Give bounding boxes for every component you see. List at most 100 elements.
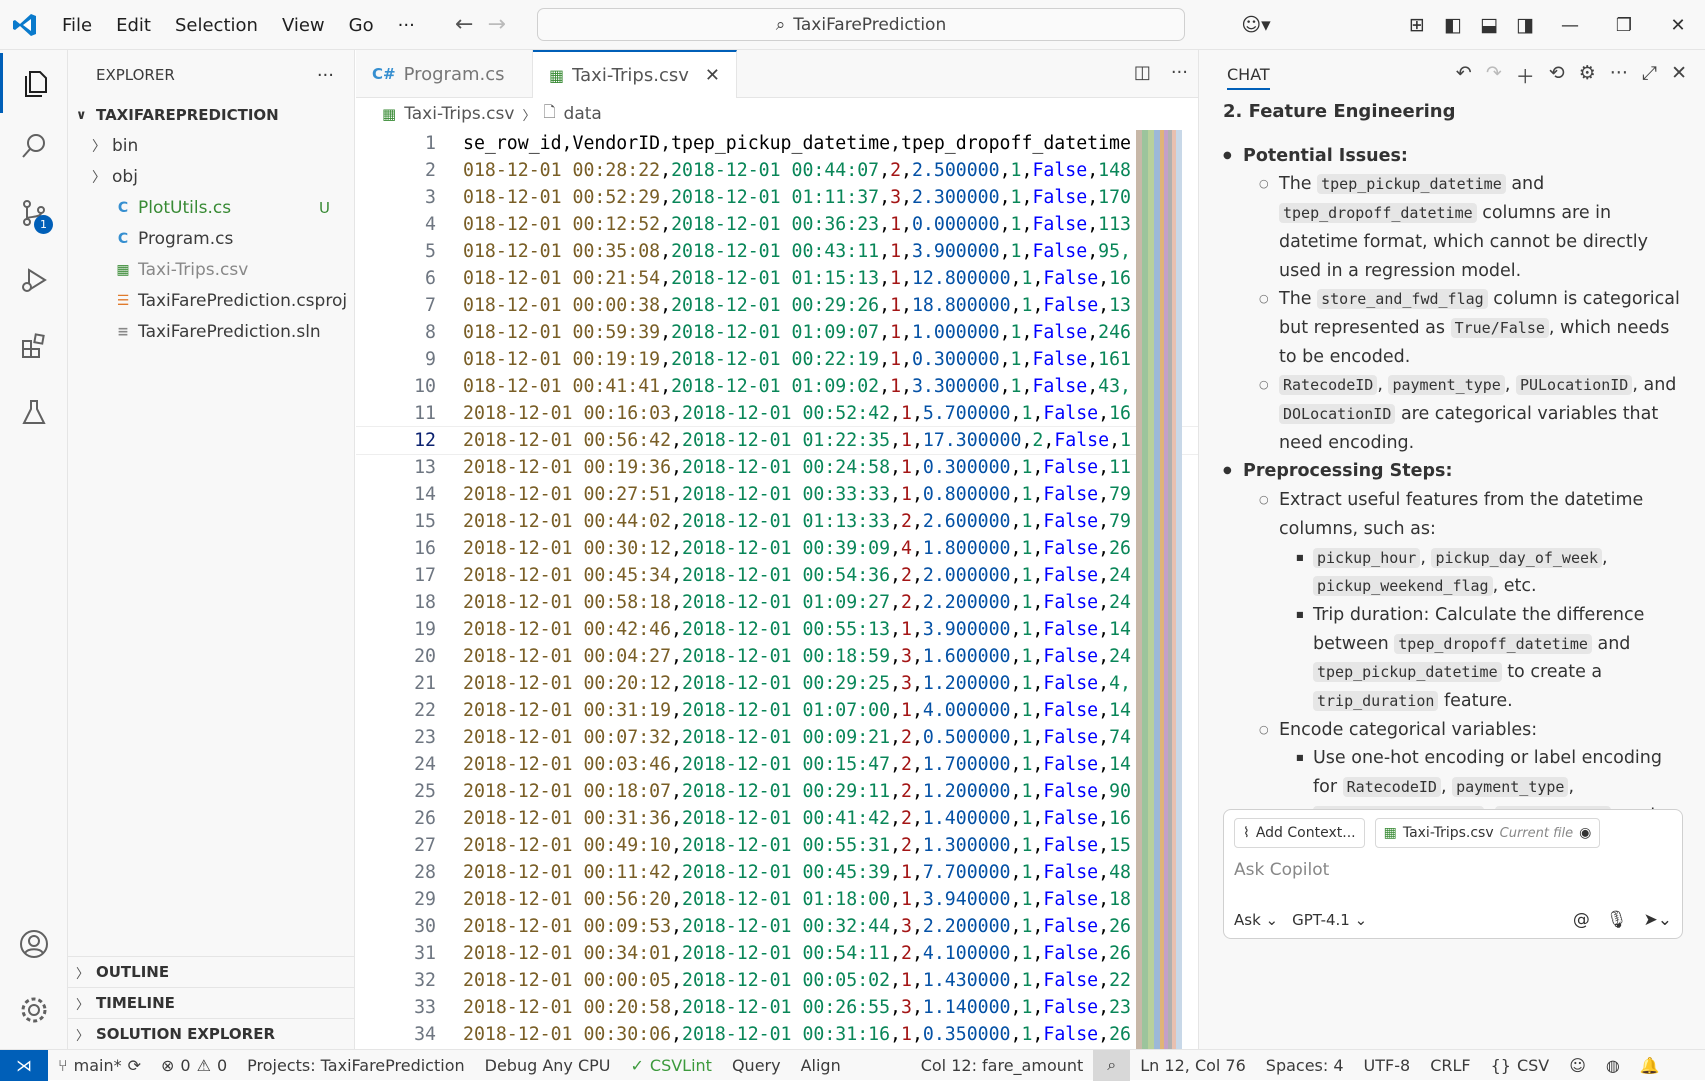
mention-icon[interactable]: @	[1573, 910, 1590, 930]
tree-item[interactable]: C PlotUtils.cs U	[68, 192, 354, 223]
minimap[interactable]	[1136, 130, 1182, 1050]
encoding-status[interactable]: UTF-8	[1354, 1056, 1421, 1075]
toggle-sidebar-icon[interactable]: ◧	[1435, 14, 1471, 36]
remote-indicator-icon[interactable]: ⋊	[0, 1049, 48, 1081]
menu-file[interactable]: File	[50, 15, 104, 36]
chat-input[interactable]: Ask Copilot	[1224, 848, 1682, 880]
tab-taxi-trips-csv[interactable]: ▦ Taxi-Trips.csv ✕	[533, 50, 737, 98]
model-picker[interactable]: GPT-4.1 ⌄	[1292, 911, 1367, 929]
outline-panel[interactable]: 〉 OUTLINE	[68, 956, 355, 987]
breadcrumb-file[interactable]: Taxi-Trips.csv	[404, 104, 514, 124]
source-control-activity[interactable]: 1	[0, 183, 68, 243]
maximize-icon[interactable]: ⤢	[1642, 62, 1657, 89]
eye-icon[interactable]: ◉	[1579, 825, 1591, 841]
more-actions-icon[interactable]: ···	[317, 65, 334, 86]
feedback-icon[interactable]: ◍	[1596, 1056, 1630, 1075]
minimize-icon[interactable]: —	[1543, 15, 1597, 36]
code-line: 19 2018-12-01 00:42:46,2018-12-01 00:55:1…	[356, 616, 1198, 643]
projects-status[interactable]: Projects: TaxiFarePrediction	[237, 1056, 475, 1075]
tab-program-cs[interactable]: C# Program.cs	[356, 50, 533, 98]
toggle-secondary-sidebar-icon[interactable]: ◨	[1507, 14, 1543, 36]
tree-item[interactable]: 〉 bin	[68, 130, 354, 161]
back-arrow-icon[interactable]: ←	[455, 12, 473, 37]
line-number: 23	[414, 727, 436, 748]
csvlint-status[interactable]: ✓ CSVLint	[621, 1056, 722, 1075]
tree-item[interactable]: ▦ Taxi-Trips.csv	[68, 254, 354, 285]
csv-cell: 26	[1109, 916, 1131, 937]
csv-cell: 2	[1032, 430, 1044, 451]
eol-status[interactable]: CRLF	[1420, 1056, 1480, 1075]
csv-cell: 1	[1010, 322, 1022, 343]
line-number: 9	[425, 349, 436, 370]
menu-more[interactable]: ···	[386, 15, 427, 36]
undo-icon[interactable]: ↶	[1456, 62, 1472, 89]
indentation-status[interactable]: Spaces: 4	[1256, 1056, 1354, 1075]
tree-item[interactable]: C Program.cs	[68, 223, 354, 254]
microphone-icon[interactable]: 🎙	[1606, 910, 1628, 930]
search-activity[interactable]	[0, 116, 68, 176]
activity-bar: 1	[0, 50, 68, 1049]
close-tab-icon[interactable]: ✕	[705, 65, 720, 86]
csv-cell: 113	[1098, 214, 1131, 235]
restore-icon[interactable]: ❐	[1597, 15, 1651, 36]
accounts-activity[interactable]	[0, 914, 68, 974]
history-icon[interactable]: ⟲	[1549, 62, 1565, 89]
mode-picker[interactable]: Ask ⌄	[1234, 911, 1278, 929]
add-context-button[interactable]: ⌇ Add Context...	[1234, 818, 1365, 848]
menu-go[interactable]: Go	[337, 15, 386, 36]
line-number: 12	[414, 430, 436, 451]
testing-activity[interactable]	[0, 382, 68, 442]
config-status[interactable]: Debug Any CPU	[475, 1056, 621, 1075]
solution-explorer-panel[interactable]: 〉 SOLUTION EXPLORER	[68, 1018, 355, 1049]
manage-activity[interactable]	[0, 980, 68, 1040]
command-center-search[interactable]: ⌕ TaxiFarePrediction	[537, 8, 1185, 41]
breadcrumb-symbol[interactable]: data	[564, 104, 602, 124]
menu-edit[interactable]: Edit	[104, 15, 163, 36]
extensions-activity[interactable]	[0, 316, 68, 376]
editor-more-icon[interactable]: ···	[1171, 62, 1188, 83]
split-editor-icon[interactable]: ◫	[1134, 62, 1151, 83]
new-chat-icon[interactable]: ＋	[1516, 62, 1535, 89]
query-status[interactable]: Query	[722, 1056, 791, 1075]
close-chat-icon[interactable]: ✕	[1671, 62, 1687, 89]
chevron-right-icon: 〉	[92, 169, 106, 186]
redo-icon[interactable]: ↷	[1486, 62, 1502, 89]
csv-cell: 2018-12-01 00:16:03	[463, 403, 672, 424]
copilot-icon[interactable]: ☺▾	[1233, 14, 1279, 36]
run-debug-activity[interactable]	[0, 250, 68, 310]
column-status[interactable]: Col 12: fare_amount	[911, 1056, 1094, 1075]
branch-status[interactable]: ⑂ main* ⟳	[48, 1056, 151, 1075]
explorer-activity[interactable]	[0, 53, 68, 113]
workspace-root[interactable]: ∨ TAXIFAREPREDICTION	[68, 100, 354, 130]
send-icon[interactable]: ➤⌄	[1644, 910, 1673, 930]
csharp-file-icon: C#	[372, 65, 396, 83]
close-window-icon[interactable]: ✕	[1651, 15, 1705, 36]
csv-cell: 1	[1010, 214, 1022, 235]
tree-item[interactable]: ☰ TaxiFarePrediction.csproj	[68, 285, 354, 316]
notifications-bell-icon[interactable]: 🔔	[1630, 1056, 1670, 1075]
problems-status[interactable]: ⊗ 0 ⚠ 0	[151, 1056, 237, 1075]
toggle-panel-icon[interactable]: ⬓	[1471, 14, 1507, 36]
copilot-status-icon[interactable]: ☺	[1559, 1056, 1596, 1075]
code-line: 3 018-12-01 00:52:29,2018-12-01 01:11:37,…	[356, 184, 1198, 211]
settings-gear-icon[interactable]: ⚙	[1579, 62, 1596, 89]
tree-item[interactable]: ≡ TaxiFarePrediction.sln	[68, 316, 354, 347]
line-text: 2018-12-01 00:56:20,2018-12-01 01:18:00,…	[463, 889, 1131, 910]
forward-arrow-icon[interactable]: →	[487, 12, 505, 37]
chat-more-icon[interactable]: ···	[1610, 62, 1628, 89]
cursor-position[interactable]: Ln 12, Col 76	[1130, 1056, 1256, 1075]
tree-item[interactable]: 〉 obj	[68, 161, 354, 192]
language-status[interactable]: {} CSV	[1481, 1056, 1560, 1075]
menu-selection[interactable]: Selection	[163, 15, 270, 36]
code-editor[interactable]: 1 se_row_id,VendorID,tpep_pickup_datetime…	[356, 130, 1198, 1050]
menu-view[interactable]: View	[270, 15, 337, 36]
sync-icon[interactable]: ⟳	[128, 1056, 141, 1075]
zoom-icon[interactable]: ⌕	[1093, 1049, 1131, 1081]
timeline-panel[interactable]: 〉 TIMELINE	[68, 987, 355, 1018]
chat-title[interactable]: CHAT	[1227, 65, 1270, 90]
csv-cell: 2018-12-01 00:45:34	[463, 565, 672, 586]
customize-layout-icon[interactable]: ⊞	[1399, 14, 1435, 36]
current-file-chip[interactable]: ▦ Taxi-Trips.csv Current file ◉	[1374, 818, 1601, 848]
breadcrumb: ▦ Taxi-Trips.csv 〉 🗋 data	[356, 98, 1198, 130]
align-status[interactable]: Align	[791, 1056, 851, 1075]
